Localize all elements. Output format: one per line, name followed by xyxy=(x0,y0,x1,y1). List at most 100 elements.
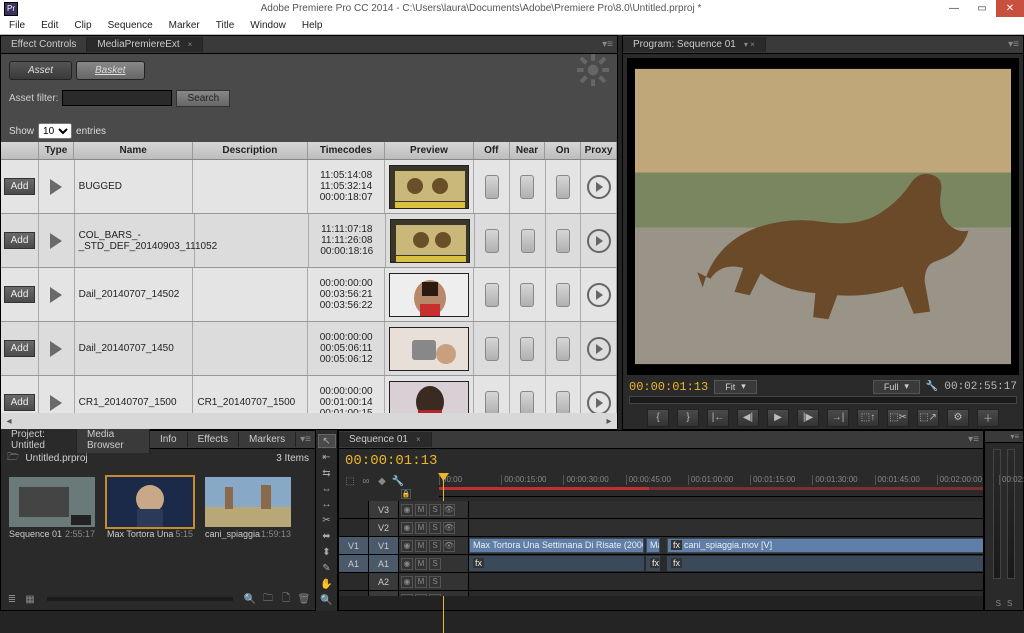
timeline-scrollbar[interactable] xyxy=(339,596,983,610)
column-header[interactable]: Name xyxy=(74,142,193,159)
maximize-button[interactable]: ▭ xyxy=(968,0,996,17)
table-scrollbar[interactable]: ◂ ▸ xyxy=(1,413,617,429)
toggle-solo[interactable]: S xyxy=(429,594,441,597)
track-target[interactable]: A2 xyxy=(369,573,399,590)
menu-clip[interactable]: Clip xyxy=(67,19,98,32)
program-tab[interactable]: Program: Sequence 01▾ × xyxy=(623,37,766,52)
asset-thumbnail[interactable] xyxy=(390,219,470,263)
toggle-mute[interactable]: M xyxy=(415,576,427,588)
column-header[interactable]: Timecodes xyxy=(308,142,385,159)
toggle-solo[interactable]: S xyxy=(429,540,441,552)
project-item[interactable]: Max Tortora Una Setti...5:15 xyxy=(107,477,193,578)
slip-tool[interactable]: ⬌ xyxy=(318,530,336,544)
menu-edit[interactable]: Edit xyxy=(34,19,65,32)
go-out-button[interactable]: →| xyxy=(827,409,849,427)
zoom-tool[interactable]: 🔍 xyxy=(318,593,336,607)
toggle-mute[interactable]: M xyxy=(415,540,427,552)
play-icon[interactable] xyxy=(50,395,62,411)
pen-tool[interactable]: ✎ xyxy=(318,561,336,575)
play-icon[interactable] xyxy=(50,341,62,357)
toggle-mute[interactable]: M xyxy=(415,594,427,597)
toggle-mute[interactable]: M xyxy=(415,522,427,534)
program-monitor-video[interactable] xyxy=(627,58,1019,375)
status-on[interactable] xyxy=(556,391,570,414)
menu-sequence[interactable]: Sequence xyxy=(101,19,160,32)
column-header[interactable]: Type xyxy=(39,142,75,159)
column-header[interactable]: Proxy xyxy=(581,142,617,159)
play-icon[interactable] xyxy=(50,179,62,195)
program-scrubber[interactable] xyxy=(629,396,1017,404)
status-off[interactable] xyxy=(485,283,499,307)
toggle-solo[interactable]: S xyxy=(429,504,441,516)
toggle-mute[interactable]: M xyxy=(415,558,427,570)
trash-icon[interactable]: 🗑 xyxy=(297,592,311,606)
proxy-play-button[interactable] xyxy=(587,337,611,361)
mark-out-button[interactable]: } xyxy=(677,409,699,427)
lift-button[interactable]: ⬚↑ xyxy=(857,409,879,427)
add-button[interactable]: Add xyxy=(4,232,36,249)
add-button[interactable]: Add xyxy=(4,286,36,303)
source-patch[interactable]: V1 xyxy=(339,537,369,554)
status-on[interactable] xyxy=(556,283,570,307)
toggle-output[interactable]: ◉ xyxy=(401,522,413,534)
tab-markers[interactable]: Markers xyxy=(239,432,296,447)
toggle-output[interactable]: ◉ xyxy=(401,540,413,552)
track-lane[interactable]: Max Tortora Una Settimana Di Risate (200… xyxy=(469,537,983,554)
track-lane[interactable]: fxfxfx xyxy=(469,555,983,572)
track-lane[interactable] xyxy=(469,573,983,590)
toggle-sync[interactable]: 👁 xyxy=(443,522,455,534)
toggle-sync[interactable]: 👁 xyxy=(443,540,455,552)
add-button[interactable]: Add xyxy=(4,178,36,195)
column-header[interactable] xyxy=(1,142,39,159)
status-on[interactable] xyxy=(556,229,570,253)
asset-thumbnail[interactable] xyxy=(389,165,469,209)
zoom-fit-dropdown[interactable]: Fit▾ xyxy=(714,380,757,394)
tab-info[interactable]: Info xyxy=(150,432,188,447)
new-bin-icon[interactable]: 🗀 xyxy=(261,592,275,606)
status-near[interactable] xyxy=(520,283,534,307)
solo-right[interactable]: S xyxy=(1007,599,1012,608)
timeline-clip-audio[interactable]: fx xyxy=(469,556,644,571)
selection-tool[interactable]: ↖ xyxy=(318,434,336,448)
lock-icon[interactable]: 🔒 xyxy=(401,489,411,499)
toggle-sync[interactable]: 👁 xyxy=(443,504,455,516)
status-on[interactable] xyxy=(556,337,570,361)
project-item[interactable]: Sequence 012:55:17 xyxy=(9,477,95,578)
add-button[interactable]: Add xyxy=(4,394,36,411)
toggle-output[interactable]: ◉ xyxy=(401,576,413,588)
quality-dropdown[interactable]: Full▾ xyxy=(873,380,920,394)
track-target[interactable]: V2 xyxy=(369,519,399,536)
toggle-solo[interactable]: S xyxy=(429,576,441,588)
proxy-play-button[interactable] xyxy=(587,229,611,253)
new-item-icon[interactable]: 🗋 xyxy=(279,592,293,606)
track-select-tool[interactable]: ⇤ xyxy=(318,450,336,464)
gear-icon[interactable] xyxy=(577,54,609,86)
rolling-tool[interactable]: ⇔ xyxy=(318,482,336,496)
link-icon[interactable]: ∞ xyxy=(359,474,373,488)
panel-menu-icon[interactable]: ▾≡ xyxy=(296,434,315,445)
play-button[interactable]: ▶ xyxy=(767,409,789,427)
minimize-button[interactable]: — xyxy=(940,0,968,17)
status-near[interactable] xyxy=(520,391,534,414)
panel-menu-icon[interactable]: ▾≡ xyxy=(1006,432,1023,441)
toggle-output[interactable]: ◉ xyxy=(401,594,413,597)
panel-menu-icon[interactable]: ▾≡ xyxy=(964,434,983,445)
column-header[interactable]: On xyxy=(545,142,581,159)
panel-menu-icon[interactable]: ▾≡ xyxy=(598,39,617,50)
ripple-tool[interactable]: ⇆ xyxy=(318,466,336,480)
list-view-icon[interactable]: ≣ xyxy=(5,592,19,606)
toggle-solo[interactable]: S xyxy=(429,558,441,570)
step-back-button[interactable]: ◀| xyxy=(737,409,759,427)
basket-tab-button[interactable]: Basket xyxy=(76,61,145,80)
menu-file[interactable]: File xyxy=(2,19,32,32)
search-button[interactable]: Search xyxy=(176,90,230,107)
status-near[interactable] xyxy=(520,337,534,361)
play-icon[interactable] xyxy=(50,233,62,249)
add-button[interactable]: Add xyxy=(4,340,36,357)
track-target[interactable]: V3 xyxy=(369,501,399,518)
tab-mediapremiereext[interactable]: MediaPremiereExt× xyxy=(87,37,203,52)
track-target[interactable]: A3 xyxy=(369,591,399,596)
track-lane[interactable] xyxy=(469,591,983,596)
proxy-play-button[interactable] xyxy=(587,283,611,307)
toggle-solo[interactable]: S xyxy=(429,522,441,534)
